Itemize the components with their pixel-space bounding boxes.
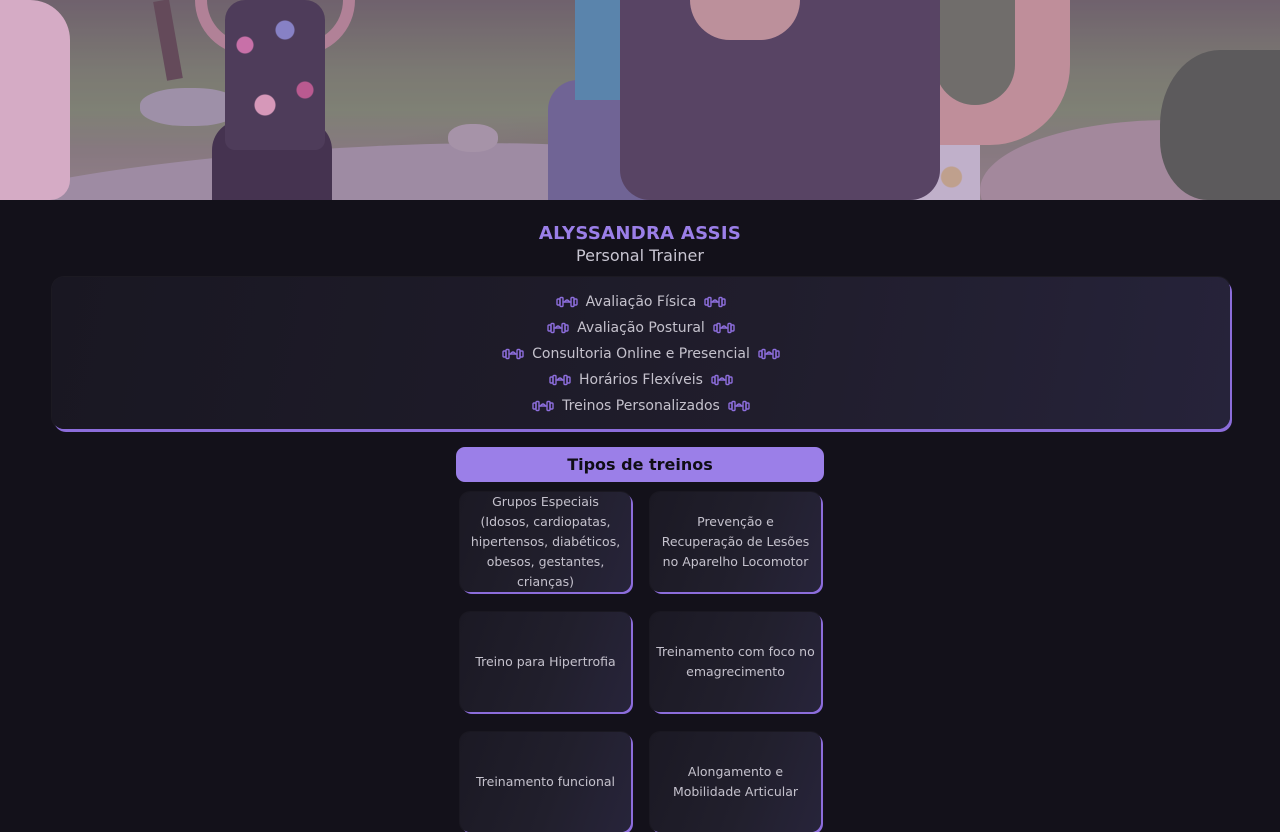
training-type-label: Grupos Especiais (Idosos, cardiopatas, h… [470,494,621,589]
dumbbell-icon [555,296,578,308]
dumbbell-icon [549,374,571,386]
training-type-label: Treinamento funcional [475,774,615,789]
service-label: Horários Flexíveis [579,372,703,388]
training-type-card[interactable]: Treinamento funcional [460,732,631,832]
training-types-title: Tipos de treinos [456,447,824,482]
service-item: Horários Flexíveis [52,367,1230,393]
services-list: Avaliação Física Avaliação Postural Consul… [52,277,1230,429]
service-item: Consultoria Online e Presencial [52,341,1230,367]
dumbbell-icon [711,374,733,386]
profile-role: Personal Trainer [576,246,704,265]
dumbbell-icon [713,322,735,334]
service-label: Treinos Personalizados [562,398,720,414]
training-type-card[interactable]: Alongamento e Mobilidade Articular [650,732,821,832]
hero-tint-overlay [0,0,1280,200]
training-type-card[interactable]: Treinamento com foco no emagrecimento [650,612,821,712]
training-type-label: Treino para Hipertrofia [475,654,616,669]
service-item: Avaliação Física [52,289,1230,315]
dumbbell-icon [532,400,554,412]
dumbbell-icon [502,348,524,360]
training-type-label: Treinamento com foco no emagrecimento [656,644,815,679]
training-type-card[interactable]: Prevenção e Recuperação de Lesões no Apa… [650,492,821,592]
training-type-card[interactable]: Treino para Hipertrofia [460,612,631,712]
service-item: Treinos Personalizados [52,393,1230,419]
profile-header: ALYSSANDRA ASSIS Personal Trainer [0,222,1280,266]
service-item: Avaliação Postural [52,315,1230,341]
service-label: Avaliação Física [585,294,697,310]
profile-name: ALYSSANDRA ASSIS [538,223,742,244]
dumbbell-icon [758,348,780,360]
training-type-label: Prevenção e Recuperação de Lesões no Apa… [661,514,810,569]
training-type-card[interactable]: Grupos Especiais (Idosos, cardiopatas, h… [460,492,631,592]
dumbbell-icon [547,322,569,334]
service-label: Avaliação Postural [577,320,705,336]
hero-banner [0,0,1280,200]
dumbbell-icon [704,296,727,308]
training-type-label: Alongamento e Mobilidade Articular [672,764,799,799]
service-label: Consultoria Online e Presencial [532,346,750,362]
dumbbell-icon [728,400,750,412]
